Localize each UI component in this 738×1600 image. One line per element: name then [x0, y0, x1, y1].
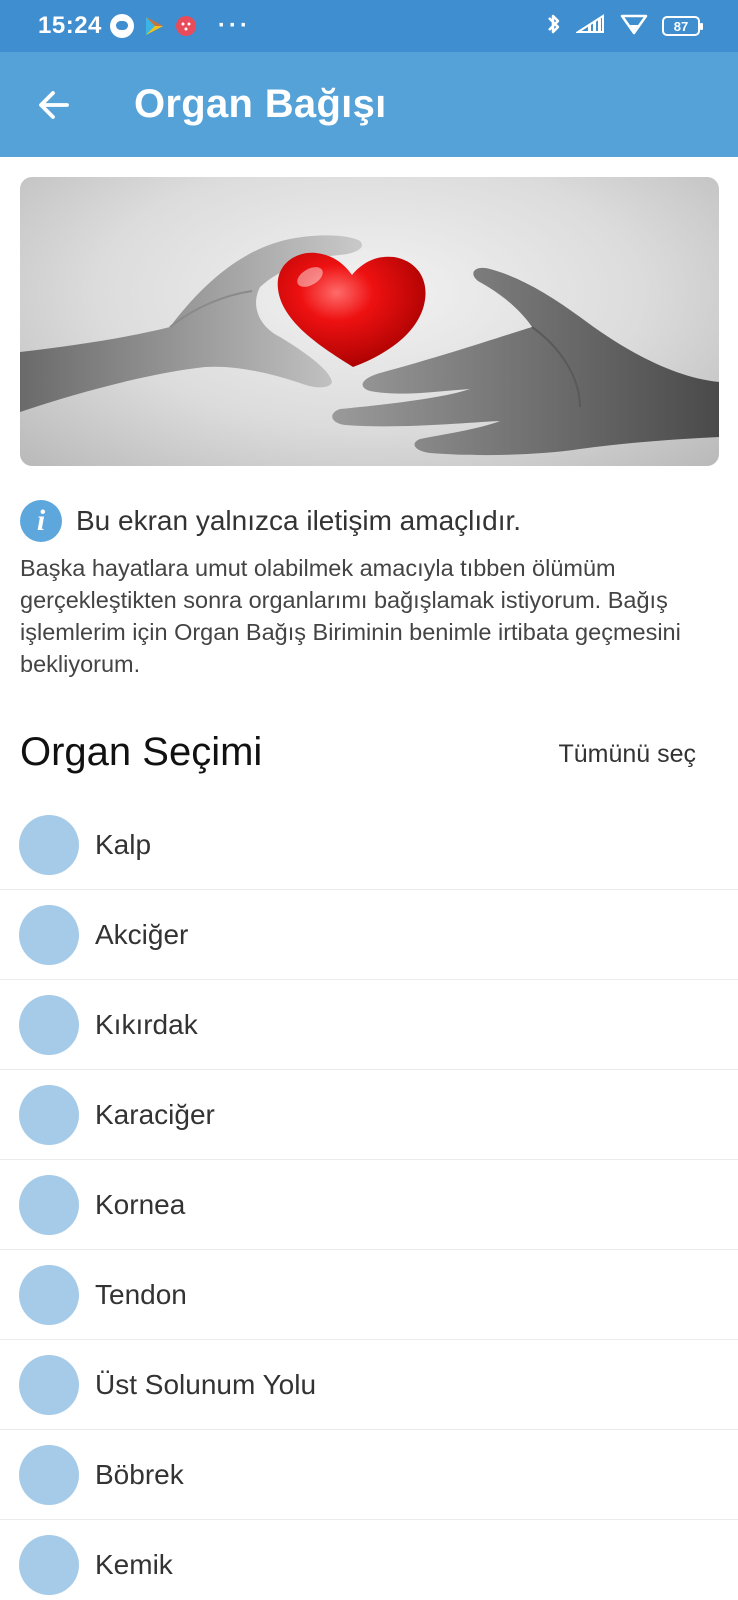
organ-list: Kalp Akciğer Kıkırdak Karaciğer Kornea T… — [0, 800, 738, 1600]
organ-label: Tendon — [95, 1278, 187, 1310]
organ-label: Kalp — [95, 828, 152, 860]
back-button[interactable] — [30, 81, 78, 129]
app-bar: Organ Bağışı — [0, 52, 738, 157]
status-bar: 15:24 ··· 87 — [0, 0, 738, 52]
radio-button[interactable] — [19, 994, 79, 1055]
arrow-left-icon — [39, 90, 69, 119]
organ-item-kornea[interactable]: Kornea — [0, 1160, 738, 1250]
organ-label: Böbrek — [95, 1458, 184, 1490]
select-all-button[interactable]: Tümünü seç — [558, 740, 696, 769]
radio-button[interactable] — [19, 1534, 79, 1595]
organ-item-kikirdak[interactable]: Kıkırdak — [0, 980, 738, 1070]
battery-level: 87 — [673, 18, 689, 34]
battery-icon: 87 — [662, 16, 703, 36]
section-title: Organ Seçimi — [20, 730, 263, 774]
organ-item-kemik[interactable]: Kemik — [0, 1520, 738, 1600]
radio-button[interactable] — [19, 1354, 79, 1415]
info-row: i Bu ekran yalnızca iletişim amaçlıdır. — [20, 500, 521, 542]
organ-item-kalp[interactable]: Kalp — [0, 800, 738, 890]
organ-label: Kıkırdak — [95, 1008, 198, 1040]
signal-icon — [574, 13, 606, 40]
organ-label: Kemik — [95, 1548, 173, 1580]
organ-item-bobrek[interactable]: Böbrek — [0, 1430, 738, 1520]
organ-item-tendon[interactable]: Tendon — [0, 1250, 738, 1340]
status-time: 15:24 — [38, 12, 102, 39]
info-icon: i — [20, 500, 62, 542]
radio-button[interactable] — [19, 1264, 79, 1325]
description-text: Başka hayatlara umut olabilmek amacıyla … — [20, 555, 681, 677]
bluetooth-icon — [546, 13, 562, 40]
radio-button[interactable] — [19, 1084, 79, 1145]
radio-button[interactable] — [19, 1444, 79, 1505]
radio-button[interactable] — [19, 1174, 79, 1235]
play-games-icon — [142, 14, 166, 38]
organ-label: Akciğer — [95, 918, 189, 950]
app-icon — [174, 14, 198, 38]
info-text: Bu ekran yalnızca iletişim amaçlıdır. — [76, 505, 522, 536]
message-icon — [109, 14, 134, 38]
organ-item-karaciger[interactable]: Karaciğer — [0, 1070, 738, 1160]
organ-item-ust-solunum-yolu[interactable]: Üst Solunum Yolu — [0, 1340, 738, 1430]
hero-image — [20, 177, 719, 466]
more-notifications-icon: ··· — [217, 12, 251, 39]
wifi-icon — [620, 13, 648, 40]
organ-item-akciger[interactable]: Akciğer — [0, 890, 738, 980]
organ-label: Karaciğer — [95, 1098, 215, 1130]
organ-label: Üst Solunum Yolu — [95, 1368, 317, 1400]
page-title: Organ Bağışı — [134, 82, 387, 126]
hands-heart-illustration — [20, 235, 719, 456]
organ-label: Kornea — [95, 1188, 186, 1220]
radio-button[interactable] — [19, 904, 79, 965]
radio-button[interactable] — [19, 814, 79, 875]
